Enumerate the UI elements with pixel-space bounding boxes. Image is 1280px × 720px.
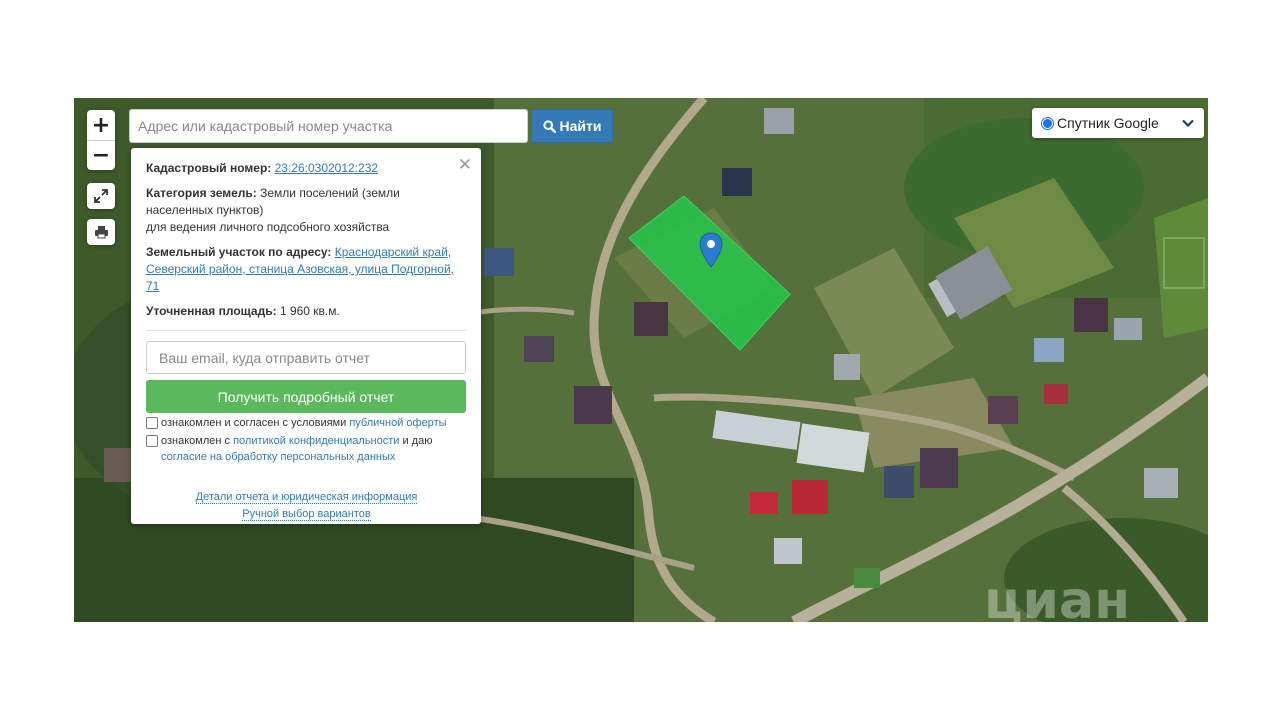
area-row: Уточненная площадь: 1 960 кв.м. (146, 303, 467, 320)
offer-consent-label: ознакомлен и согласен с условиями (161, 417, 347, 429)
get-report-button[interactable]: Получить подробный отчет (146, 380, 466, 413)
privacy-consent-row: ознакомлен с политикой конфиденциальност… (146, 433, 467, 449)
search-icon (542, 119, 556, 133)
location-pin-icon[interactable] (699, 232, 723, 268)
expand-icon (94, 189, 108, 203)
offer-consent-row: ознакомлен и согласен с условиями публич… (146, 415, 467, 431)
privacy-consent-label-2: и даю (402, 435, 433, 447)
land-category-row: Категория земель: Земли поселений (земли… (146, 185, 467, 236)
privacy-consent-label: ознакомлен с (161, 435, 231, 447)
zoom-in-button[interactable]: + (87, 110, 115, 140)
personal-data-consent-link[interactable]: согласие на обработку персональных данны… (161, 451, 395, 463)
cadastral-number-row: Кадастровый номер: 23:26:0302012:232 (146, 160, 467, 177)
printer-icon (94, 226, 108, 239)
close-icon[interactable]: ✕ (458, 155, 472, 175)
address-label: Земельный участок по адресу: (146, 245, 332, 259)
privacy-policy-link[interactable]: политикой конфиденциальности (233, 435, 399, 447)
chevron-down-icon (1182, 119, 1194, 128)
map-layer-select[interactable]: Спутник Google (1032, 108, 1204, 138)
address-row: Земельный участок по адресу: Краснодарск… (146, 244, 467, 295)
report-details-link[interactable]: Детали отчета и юридическая информация (195, 491, 418, 504)
satellite-map[interactable]: циан + − Найти Спутник Google (74, 98, 1208, 622)
search-button-label: Найти (559, 118, 602, 134)
email-field[interactable] (146, 341, 466, 374)
zoom-out-button[interactable]: − (87, 140, 115, 170)
parcel-info-popup: ✕ Кадастровый номер: 23:26:0302012:232 К… (131, 148, 481, 524)
search-button[interactable]: Найти (531, 109, 613, 143)
fullscreen-button[interactable] (87, 183, 115, 209)
watermark: циан (984, 571, 1130, 622)
zoom-controls: + − (87, 110, 115, 170)
divider (146, 330, 467, 331)
privacy-consent-text: ознакомлен с политикой конфиденциальност… (161, 433, 433, 449)
layer-selected-label: Спутник Google (1057, 115, 1159, 131)
area-value: 1 960 кв.м. (279, 304, 340, 318)
print-button[interactable] (87, 219, 115, 245)
cadastral-number-link[interactable]: 23:26:0302012:232 (275, 161, 378, 175)
category-label: Категория земель: (146, 186, 257, 200)
offer-consent-text: ознакомлен и согласен с условиями публич… (161, 415, 447, 431)
area-label: Уточненная площадь: (146, 304, 277, 318)
offer-consent-checkbox[interactable] (146, 417, 158, 429)
address-search-input[interactable] (129, 109, 528, 143)
public-offer-link[interactable]: публичной оферты (349, 417, 446, 429)
personal-data-row: согласие на обработку персональных данны… (146, 449, 467, 465)
category-purpose: для ведения личного подсобного хозяйства (146, 220, 390, 234)
manual-selection-link[interactable]: Ручной выбор вариантов (242, 508, 371, 521)
layer-radio[interactable] (1041, 116, 1054, 130)
cadastral-label: Кадастровый номер: (146, 161, 272, 175)
privacy-consent-checkbox[interactable] (146, 435, 158, 447)
panel-footer-links: Детали отчета и юридическая информация Р… (146, 489, 467, 523)
